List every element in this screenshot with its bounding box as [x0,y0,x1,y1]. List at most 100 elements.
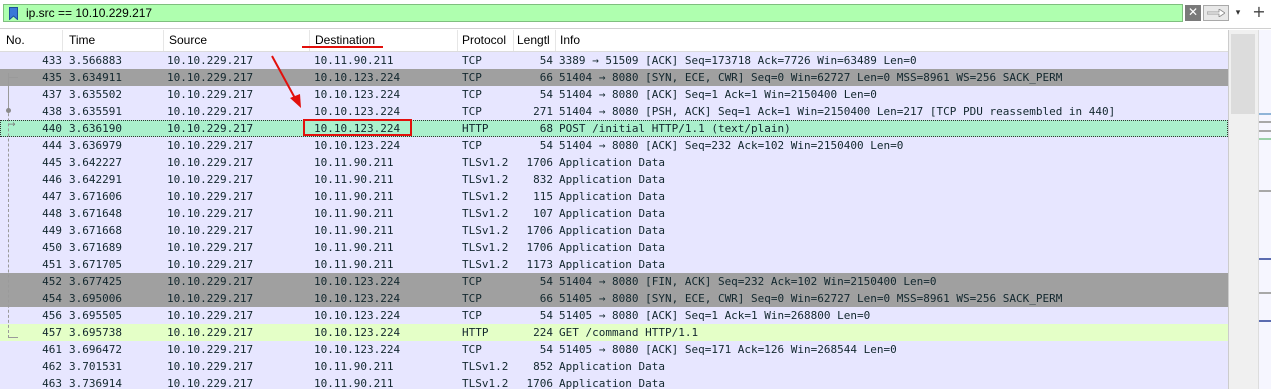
scrollbar-thumb[interactable] [1231,34,1255,114]
packet-length: 115 [533,190,553,203]
column-divider[interactable] [163,30,164,51]
packet-info: 51404 → 8080 [ACK] Seq=232 Ack=102 Win=2… [559,139,904,152]
minimap-mark [1259,113,1271,115]
packet-destination: 10.11.90.211 [314,207,394,220]
column-header-info[interactable]: Info [560,33,640,47]
packet-time: 3.695006 [69,292,122,305]
minimap-mark [1259,292,1271,294]
packet-destination: 10.10.123.224 [314,139,401,152]
packet-row[interactable]: 435 3.634911 10.10.229.217 10.10.123.224 TCP… [0,69,1228,86]
packet-length: 54 [539,88,553,101]
packet-length: 1706 [526,156,554,169]
packet-length: 832 [533,173,553,186]
packet-no: 461 [42,343,62,356]
packet-protocol: TCP [462,54,482,67]
packet-row[interactable]: 451 3.671705 10.10.229.217 10.11.90.211 TLSv… [0,256,1228,273]
column-header-no[interactable]: No. [6,33,61,47]
packet-time: 3.636190 [69,122,122,135]
packet-row[interactable]: 457 3.695738 10.10.229.217 10.10.123.224 HTT… [0,324,1228,341]
packet-row[interactable]: 438 3.635591 10.10.229.217 10.10.123.224 TCP… [0,103,1228,120]
column-header-length[interactable]: Lengtl [517,33,553,47]
packet-source: 10.10.229.217 [167,156,254,169]
packet-source: 10.10.229.217 [167,173,254,186]
packet-row[interactable]: 456 3.695505 10.10.229.217 10.10.123.224 TCP… [0,307,1228,324]
packet-protocol: HTTP [462,326,489,339]
packet-length: 68 [539,122,553,135]
packet-row[interactable]: 433 3.566883 10.10.229.217 10.11.90.211 TCP 5… [0,52,1228,69]
bookmark-icon[interactable] [9,7,18,20]
packet-source: 10.10.229.217 [167,326,254,339]
packet-row[interactable]: 437 3.635502 10.10.229.217 10.10.123.224 TCP… [0,86,1228,103]
packet-time: 3.671606 [69,190,122,203]
packet-no: 438 [42,105,62,118]
column-divider[interactable] [513,30,514,51]
packet-length: 1706 [526,241,554,254]
minimap-mark [1259,320,1271,322]
packet-time: 3.671648 [69,207,122,220]
packet-destination: 10.11.90.211 [314,377,394,389]
packet-info: GET /command HTTP/1.1 [559,326,699,339]
packet-no: 433 [42,54,62,67]
packet-info: 51405 → 8080 [ACK] Seq=171 Ack=126 Win=2… [559,343,897,356]
packet-source: 10.10.229.217 [167,360,254,373]
display-filter-text[interactable]: ip.src == 10.10.229.217 [26,6,152,20]
packet-destination: 10.11.90.211 [314,258,394,271]
packet-destination: 10.10.123.224 [314,343,401,356]
column-header-source[interactable]: Source [169,33,304,47]
packet-info: Application Data [559,258,665,271]
packet-no: 456 [42,309,62,322]
packet-no: 446 [42,173,62,186]
vertical-scrollbar[interactable] [1228,30,1259,389]
packet-row[interactable]: 447 3.671606 10.10.229.217 10.11.90.211 TLSv… [0,188,1228,205]
packet-row[interactable]: 445 3.642227 10.10.229.217 10.11.90.211 TLSv… [0,154,1228,171]
packet-source: 10.10.229.217 [167,207,254,220]
packet-list: 433 3.566883 10.10.229.217 10.11.90.211 TCP 5… [0,52,1228,389]
packet-length: 54 [539,275,553,288]
column-header-time[interactable]: Time [69,33,159,47]
packet-no: 457 [42,326,62,339]
packet-time: 3.636979 [69,139,122,152]
packet-info: Application Data [559,360,665,373]
packet-row[interactable]: 448 3.671648 10.10.229.217 10.11.90.211 TLSv… [0,205,1228,222]
packet-row[interactable]: 454 3.695006 10.10.229.217 10.10.123.224 TCP… [0,290,1228,307]
packet-row[interactable]: 440 3.636190 10.10.229.217 10.10.123.224 HTT… [0,120,1228,137]
packet-row[interactable]: 463 3.736914 10.10.229.217 10.11.90.211 TLSv… [0,375,1228,389]
packet-no: 451 [42,258,62,271]
packet-row[interactable]: 449 3.671668 10.10.229.217 10.11.90.211 TLSv… [0,222,1228,239]
packet-info: 51404 → 8080 [PSH, ACK] Seq=1 Ack=1 Win=… [559,105,1116,118]
packet-protocol: TCP [462,88,482,101]
packet-row[interactable]: 446 3.642291 10.10.229.217 10.11.90.211 TLSv… [0,171,1228,188]
packet-no: 435 [42,71,62,84]
packet-time: 3.695505 [69,309,122,322]
minimap-mark [1259,130,1271,132]
packet-row[interactable]: 452 3.677425 10.10.229.217 10.10.123.224 TCP… [0,273,1228,290]
display-filter-input[interactable]: ip.src == 10.10.229.217 [3,4,1183,22]
column-divider[interactable] [457,30,458,51]
packet-protocol: HTTP [462,122,489,135]
minimap-mark [1259,138,1271,140]
packet-no: 450 [42,241,62,254]
column-header-destination[interactable]: Destination [315,33,455,47]
minimap-mark [1259,121,1271,123]
packet-time: 3.671668 [69,224,122,237]
packet-source: 10.10.229.217 [167,309,254,322]
packet-length: 1706 [526,224,554,237]
column-divider[interactable] [62,30,63,51]
packet-row[interactable]: 450 3.671689 10.10.229.217 10.11.90.211 TLSv… [0,239,1228,256]
apply-filter-button[interactable] [1203,5,1229,21]
packet-time: 3.642227 [69,156,122,169]
packet-info: Application Data [559,207,665,220]
column-header-protocol[interactable]: Protocol [462,33,512,47]
packet-minimap[interactable] [1258,30,1271,389]
packet-row[interactable]: 462 3.701531 10.10.229.217 10.11.90.211 TLSv… [0,358,1228,375]
packet-destination: 10.11.90.211 [314,241,394,254]
packet-row[interactable]: 461 3.696472 10.10.229.217 10.10.123.224 TCP… [0,341,1228,358]
filter-history-dropdown-icon[interactable]: ▾ [1231,5,1245,21]
add-filter-button-icon[interactable]: + [1249,4,1269,21]
packet-source: 10.10.229.217 [167,71,254,84]
clear-filter-icon[interactable]: ✕ [1185,5,1201,21]
packet-time: 3.671689 [69,241,122,254]
packet-row[interactable]: 444 3.636979 10.10.229.217 10.10.123.224 TCP… [0,137,1228,154]
column-divider[interactable] [555,30,556,51]
packet-list-header: No. Time Source Destination Protocol Len… [0,30,1228,52]
